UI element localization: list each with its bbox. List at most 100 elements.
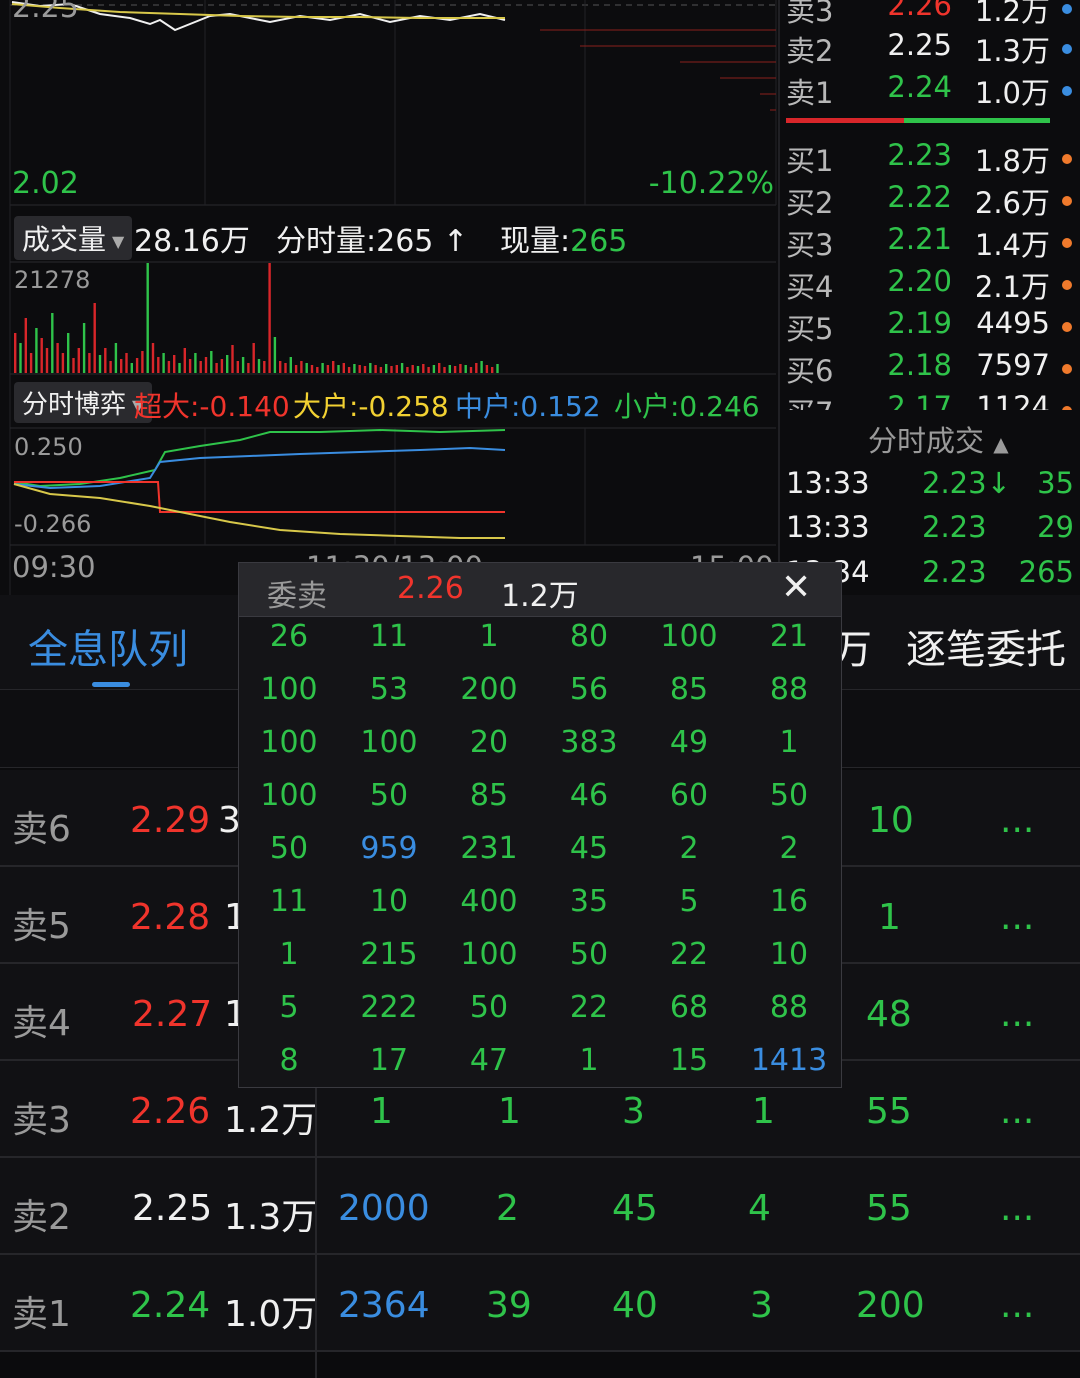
queue-order-cell: 50 (469, 990, 509, 1025)
low-price-label: 2.02 (12, 166, 79, 201)
queue-order-cell: 100 (360, 725, 418, 760)
volume-selector[interactable]: 成交量 ▼ (14, 216, 133, 260)
more-icon[interactable]: ... (1000, 994, 1034, 1035)
volume-bar (151, 343, 155, 373)
volume-selector-label: 成交量 (22, 223, 107, 256)
queue-order-cell: 17 (369, 1043, 409, 1078)
queue-order-cell: 383 (560, 725, 618, 760)
queue-order-cell: 85 (469, 778, 509, 813)
queue-order-cell: 222 (360, 990, 418, 1025)
volume-bar (231, 345, 234, 373)
triangle-up-icon: ▲ (993, 432, 1009, 456)
volume-bar (443, 367, 446, 373)
volume-bar (93, 303, 96, 373)
sell2-row[interactable]: 卖2 2.25 1.3万 (780, 28, 1080, 70)
queue-order-cell: 100 (660, 619, 718, 654)
volume-bar (45, 348, 49, 373)
queue-order-cell: 50 (569, 937, 609, 972)
ticks-title[interactable]: 分时成交 ▲ (868, 418, 1009, 460)
volume-bar (464, 365, 467, 373)
volume-bar (162, 353, 165, 373)
order-book[interactable]: 卖3 2.26 1.2万 卖2 2.25 1.3万 卖1 2.24 1.0万 买… (778, 0, 1080, 410)
dot-icon (1062, 238, 1072, 248)
tab-full-queue[interactable]: 全息队列 (28, 617, 188, 675)
table-row[interactable]: 卖1 2.24 1.0万 2364 39 40 3 200 ... (0, 1255, 1080, 1352)
buy2-row[interactable]: 买2 2.22 2.6万 (780, 180, 1080, 222)
queue-order-cell: 959 (360, 831, 418, 866)
volume-bar (199, 361, 202, 373)
volume-bar (252, 343, 255, 373)
buy4-row[interactable]: 买4 2.20 2.1万 (780, 264, 1080, 306)
queue-order-cell: 5 (679, 884, 699, 919)
dot-icon (1062, 154, 1072, 164)
table-row[interactable]: 卖2 2.25 1.3万 2000 2 45 4 55 ... (0, 1158, 1080, 1255)
game-max-label: 0.250 (14, 433, 83, 461)
queue-order-cell: 22 (669, 937, 709, 972)
volume-bar (88, 353, 91, 373)
volume-bar (215, 363, 218, 373)
volume-bar (406, 367, 409, 373)
volume-bar (480, 361, 483, 373)
queue-order-cell: 88 (769, 990, 809, 1025)
volume-bar (337, 365, 340, 373)
more-icon[interactable]: ... (1000, 1188, 1034, 1229)
column-divider (315, 1062, 317, 1378)
more-icon[interactable]: ... (1000, 800, 1034, 841)
tab-order-by-order[interactable]: 逐笔委托 (906, 617, 1066, 675)
volume-bar (374, 365, 377, 373)
more-icon[interactable]: ... (1000, 1285, 1034, 1326)
popup-volume: 1.2万 (501, 579, 579, 614)
volume-bar (427, 367, 430, 373)
sell-queue-popup[interactable]: 委卖 2.26 1.2万 ✕ 26 11 1 80 100 21 100 53 200 56 85 8… (238, 562, 842, 1088)
queue-order-cell: 47 (469, 1043, 509, 1078)
buy7-row[interactable]: 买7 2.17 1124 (780, 390, 1080, 410)
queue-order-cell: 215 (360, 937, 418, 972)
volume-bar (321, 363, 324, 373)
volume-bar (289, 357, 292, 373)
more-icon[interactable]: ... (1000, 1091, 1034, 1132)
volume-bar (51, 313, 54, 373)
volume-bar (379, 367, 383, 373)
game-selector[interactable]: 分时博弈 ▼ (14, 382, 153, 423)
volume-bar (416, 366, 420, 373)
current-volume: 现量:265 (500, 224, 628, 259)
sell3-row[interactable]: 卖3 2.26 1.2万 (780, 0, 1080, 30)
volume-bar (204, 357, 208, 373)
volume-bar (390, 366, 393, 373)
buy6-row[interactable]: 买6 2.18 7597 (780, 348, 1080, 390)
intraday-chart[interactable]: 2.25 2.02 -10.22% 成交量 ▼ 28.16万 分时量:265 ↑ … (0, 0, 778, 595)
queue-order-cell: 49 (669, 725, 709, 760)
popup-header: 委卖 2.26 1.2万 ✕ (239, 563, 841, 617)
volume-bar (135, 358, 139, 373)
sell-ratio-bar (786, 118, 904, 123)
minute-volume: 分时量:265 ↑ (276, 224, 469, 259)
buy5-row[interactable]: 买5 2.19 4495 (780, 306, 1080, 348)
price-partial-label: 2.25 (12, 0, 79, 25)
buy1-row[interactable]: 买1 2.23 1.8万 (780, 138, 1080, 180)
volume-bar (226, 355, 229, 373)
volume-total: 28.16万 (134, 224, 250, 259)
sell1-row[interactable]: 卖1 2.24 1.0万 (780, 70, 1080, 112)
more-icon[interactable]: ... (1000, 897, 1034, 938)
buy3-row[interactable]: 买3 2.21 1.4万 (780, 222, 1080, 264)
volume-bar (120, 359, 123, 373)
dot-icon (1062, 4, 1072, 14)
volume-bar (173, 355, 176, 373)
queue-order-cell: 2 (779, 831, 799, 866)
volume-bar (363, 366, 367, 373)
queue-order-cell: 53 (369, 672, 409, 707)
tick-row: 13:33 2.23 29 (786, 510, 1074, 544)
close-icon[interactable]: ✕ (781, 567, 811, 608)
queue-order-cell: 46 (569, 778, 609, 813)
queue-order-cell: 26 (269, 619, 309, 654)
queue-order-cell: 10 (369, 884, 409, 919)
queue-order-cell: 50 (269, 831, 309, 866)
volume-bar (146, 263, 149, 373)
volume-bar (316, 367, 319, 373)
volume-bar (35, 328, 38, 373)
volume-bar (157, 357, 160, 373)
dot-icon (1062, 364, 1072, 374)
volume-bar (178, 363, 181, 373)
low-pct-label: -10.22% (648, 166, 774, 201)
volume-bar (14, 333, 17, 373)
